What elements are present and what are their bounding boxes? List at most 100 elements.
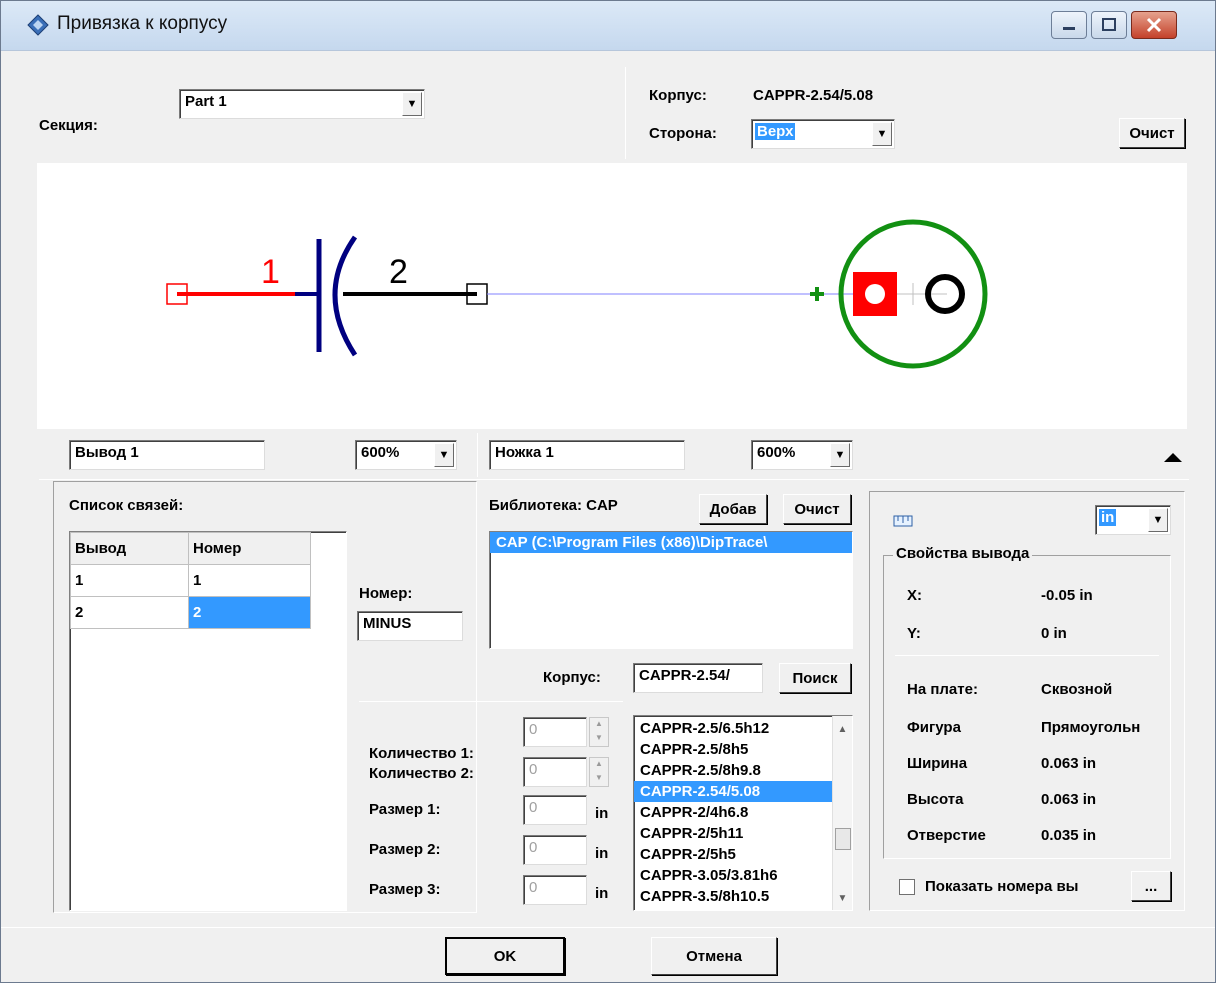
scroll-up-icon[interactable]: ▲ (833, 724, 852, 735)
size2-field[interactable]: 0 (523, 835, 587, 865)
close-button[interactable] (1131, 11, 1177, 39)
window-title: Привязка к корпусу (57, 13, 228, 34)
links-grid[interactable]: Вывод Номер 1 1 2 2 (69, 531, 347, 911)
package-list-item-selected[interactable]: CAPPR-2.54/5.08 (634, 781, 832, 802)
package-list[interactable]: CAPPR-2.5/6.5h12 CAPPR-2.5/8h5 CAPPR-2.5/8… (633, 715, 853, 911)
qty2-label: Количество 2: (369, 765, 474, 782)
number-field[interactable]: MINUS (357, 611, 463, 641)
scroll-thumb[interactable] (835, 828, 851, 850)
library-clear-button[interactable]: Очист (783, 494, 851, 524)
qty1-spinner[interactable]: ▲ ▼ (589, 717, 609, 747)
chevron-down-icon: ▼ (830, 443, 850, 467)
x-value: -0.05 in (1041, 587, 1093, 604)
package-list-scrollbar[interactable]: ▲ ▼ (832, 716, 852, 910)
on-board-value: Сквозной (1041, 681, 1113, 698)
hole-label: Отверстие (907, 827, 986, 844)
size2-unit: in (595, 845, 609, 862)
view-divider (477, 433, 478, 477)
library-list[interactable]: CAP (C:\Program Files (x86)\DipTrace\ (489, 531, 853, 649)
size1-field[interactable]: 0 (523, 795, 587, 825)
show-numbers-checkbox[interactable] (899, 879, 915, 895)
package-search-button[interactable]: Поиск (779, 663, 851, 693)
side-combo[interactable]: Верх ▼ (751, 119, 895, 149)
hole-value: 0.035 in (1041, 827, 1097, 844)
unit-combo[interactable]: in ▼ (1095, 505, 1171, 535)
side-label: Сторона: (649, 125, 717, 142)
package-value: CAPPR-2.54/5.08 (753, 87, 874, 104)
minimize-button[interactable] (1051, 11, 1087, 39)
qty1-field[interactable]: 0 (523, 717, 587, 747)
y-value: 0 in (1041, 625, 1067, 642)
right-zoom-combo[interactable]: 600% ▼ (751, 440, 853, 470)
maximize-button[interactable] (1091, 11, 1127, 39)
show-numbers-label: Показать номера вы (925, 878, 1079, 895)
shape-value: Прямоугольн (1041, 719, 1141, 736)
right-zoom-value: 600% (757, 444, 796, 461)
symbol-pattern-preview: 1 2 (166, 219, 988, 369)
cell-pin[interactable]: 2 (70, 596, 189, 629)
close-icon (1146, 17, 1162, 33)
package-list-item[interactable]: CAPPR-2.5/8h5 (634, 739, 832, 760)
pin-name-field[interactable]: Вывод 1 (69, 440, 265, 470)
section-combo[interactable]: Part 1 ▼ (179, 89, 425, 119)
column-header-number[interactable]: Номер (188, 532, 311, 565)
pin-properties-group (883, 555, 1171, 859)
package-list-item[interactable]: CAPPR-3.5/8h10.5 (634, 886, 832, 907)
params-separator (359, 701, 623, 702)
package-list-item[interactable]: CAPPR-3.05/3.81h6 (634, 865, 832, 886)
qty2-field[interactable]: 0 (523, 757, 587, 787)
footer-separator (1, 927, 1215, 928)
chevron-down-icon: ▼ (434, 443, 454, 467)
pad-binding-dialog: Привязка к корпусу Секция: Part 1 ▼ Корп… (0, 0, 1216, 983)
section-separator (39, 479, 1189, 480)
pad-name-field[interactable]: Ножка 1 (489, 440, 685, 470)
library-add-button[interactable]: Добав (699, 494, 767, 524)
cell-pin[interactable]: 1 (70, 564, 189, 597)
package-label: Корпус: (649, 87, 707, 104)
pin2-number: 2 (389, 253, 408, 291)
library-label: Библиотека: CAP (489, 497, 618, 514)
chevron-down-icon: ▼ (1148, 508, 1168, 532)
size2-label: Размер 2: (369, 841, 441, 858)
qty2-spinner[interactable]: ▲ ▼ (589, 757, 609, 787)
package-search-field[interactable]: CAPPR-2.54/ (633, 663, 763, 693)
height-value: 0.063 in (1041, 791, 1097, 808)
y-label: Y: (907, 625, 921, 642)
clear-side-button[interactable]: Очист (1119, 118, 1185, 148)
title-bar: Привязка к корпусу (1, 1, 1215, 51)
size3-unit: in (595, 885, 609, 902)
on-board-label: На плате: (907, 681, 978, 698)
cell-number-selected[interactable]: 2 (188, 596, 311, 629)
section-label: Секция: (39, 117, 98, 134)
cancel-button[interactable]: Отмена (651, 937, 777, 975)
scroll-down-icon[interactable]: ▼ (833, 893, 852, 904)
app-icon (27, 14, 49, 36)
cell-number[interactable]: 1 (188, 564, 311, 597)
size3-label: Размер 3: (369, 881, 441, 898)
size1-label: Размер 1: (369, 801, 441, 818)
package-list-item[interactable]: CAPPR-2/4h6.8 (634, 802, 832, 823)
pad-1-hole (865, 284, 885, 304)
table-row[interactable]: 1 1 (70, 564, 311, 597)
links-table: Вывод Номер 1 1 2 2 (70, 532, 311, 629)
unit-value: in (1099, 509, 1117, 526)
table-row[interactable]: 2 2 (70, 596, 311, 629)
more-options-button[interactable]: ... (1131, 871, 1171, 901)
package-list-item[interactable]: CAPPR-2/5h11 (634, 823, 832, 844)
collapse-up-icon[interactable] (1164, 451, 1182, 463)
size1-unit: in (595, 805, 609, 822)
links-label: Список связей: (69, 497, 184, 514)
library-list-item[interactable]: CAP (C:\Program Files (x86)\DipTrace\ (490, 532, 852, 553)
ok-button[interactable]: OK (445, 937, 565, 975)
polarity-plus-icon (810, 287, 824, 301)
package-list-item[interactable]: CAPPR-2.5/8h9.8 (634, 760, 832, 781)
column-header-pin[interactable]: Вывод (70, 532, 189, 565)
vertical-divider (625, 67, 626, 159)
package-list-item[interactable]: CAPPR-2/5h5 (634, 844, 832, 865)
preview-canvas[interactable]: 1 2 (37, 163, 1187, 429)
width-value: 0.063 in (1041, 755, 1097, 772)
package-list-item[interactable]: CAPPR-2.5/6.5h12 (634, 718, 832, 739)
chevron-down-icon: ▼ (872, 122, 892, 146)
left-zoom-combo[interactable]: 600% ▼ (355, 440, 457, 470)
size3-field[interactable]: 0 (523, 875, 587, 905)
